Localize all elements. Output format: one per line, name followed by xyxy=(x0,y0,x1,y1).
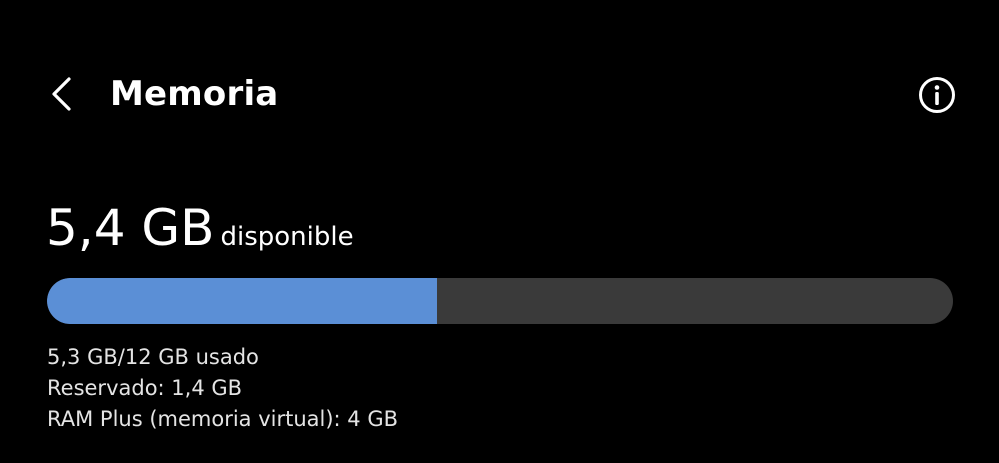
ram-plus-text: RAM Plus (memoria virtual): 4 GB xyxy=(47,407,399,431)
back-button[interactable] xyxy=(38,68,86,120)
reserved-memory-text: Reservado: 1,4 GB xyxy=(47,376,243,400)
memory-usage-bar xyxy=(47,278,953,324)
memory-used-fill xyxy=(47,278,437,324)
available-label: disponible xyxy=(220,222,354,252)
info-button[interactable] xyxy=(912,70,962,120)
memory-details: 5,3 GB/12 GB usado Reservado: 1,4 GB RAM… xyxy=(47,342,398,435)
page-title: Memoria xyxy=(110,74,279,114)
used-memory-text: 5,3 GB/12 GB usado xyxy=(47,345,259,369)
app-header: Memoria xyxy=(0,62,999,128)
chevron-left-icon xyxy=(52,77,71,111)
available-value: 5,4 GB xyxy=(46,199,215,257)
info-icon xyxy=(919,77,955,113)
available-memory: 5,4 GB disponible xyxy=(46,198,354,258)
